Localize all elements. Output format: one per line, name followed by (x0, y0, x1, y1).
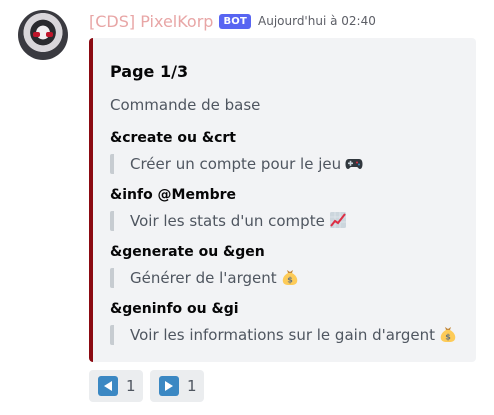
reaction-bar: 1 1 (89, 370, 204, 402)
arrow-forward-icon (159, 376, 179, 396)
field-value-text: Voir les stats d'un compte (130, 212, 325, 230)
embed-description: Commande de base (110, 96, 261, 114)
money-bag-icon: $ (439, 325, 457, 343)
field-value: Voir les informations sur le gain d'arge… (110, 325, 470, 345)
chart-increasing-icon (329, 211, 347, 229)
field-value: Créer un compte pour le jeu (110, 154, 470, 174)
embed-field: &geninfo ou &gi Voir les informations su… (110, 299, 470, 345)
timestamp[interactable]: Aujourd'hui à 02:40 (258, 14, 376, 28)
embed-field: &generate ou &gen Générer de l'argent $ (110, 242, 470, 288)
avatar[interactable] (18, 10, 68, 60)
svg-text:$: $ (445, 333, 451, 342)
money-bag-icon: $ (281, 268, 299, 286)
avatar-eye (46, 32, 53, 37)
reaction-count: 1 (187, 377, 197, 395)
username[interactable]: [CDS] PixelKorp (89, 12, 213, 31)
reaction-count: 1 (126, 377, 136, 395)
message-header: [CDS] PixelKorp BOT Aujourd'hui à 02:40 (89, 10, 376, 32)
field-value: Générer de l'argent $ (110, 268, 470, 288)
avatar-eye (33, 32, 40, 37)
svg-text:$: $ (287, 276, 293, 285)
arrow-backward-icon (98, 376, 118, 396)
bot-tag: BOT (219, 13, 251, 29)
field-name: &geninfo ou &gi (110, 301, 239, 317)
embed: Page 1/3 Commande de base &create ou &cr… (89, 38, 476, 362)
bot-message: [CDS] PixelKorp BOT Aujourd'hui à 02:40 … (0, 0, 494, 415)
field-value: Voir les stats d'un compte (110, 211, 470, 231)
video-game-controller-icon (345, 154, 363, 172)
embed-title: Page 1/3 (110, 62, 189, 81)
field-name: &generate ou &gen (110, 244, 265, 260)
field-value-text: Créer un compte pour le jeu (130, 155, 342, 173)
reaction-next-page[interactable]: 1 (150, 370, 204, 402)
field-name: &create ou &crt (110, 130, 236, 146)
field-value-text: Générer de l'argent (130, 269, 277, 287)
field-value-text: Voir les informations sur le gain d'arge… (130, 326, 435, 344)
embed-field: &info @Membre Voir les stats d'un compte (110, 185, 470, 231)
reaction-previous-page[interactable]: 1 (89, 370, 143, 402)
embed-field: &create ou &crt Créer un compte pour le … (110, 128, 470, 174)
field-name: &info @Membre (110, 187, 236, 203)
